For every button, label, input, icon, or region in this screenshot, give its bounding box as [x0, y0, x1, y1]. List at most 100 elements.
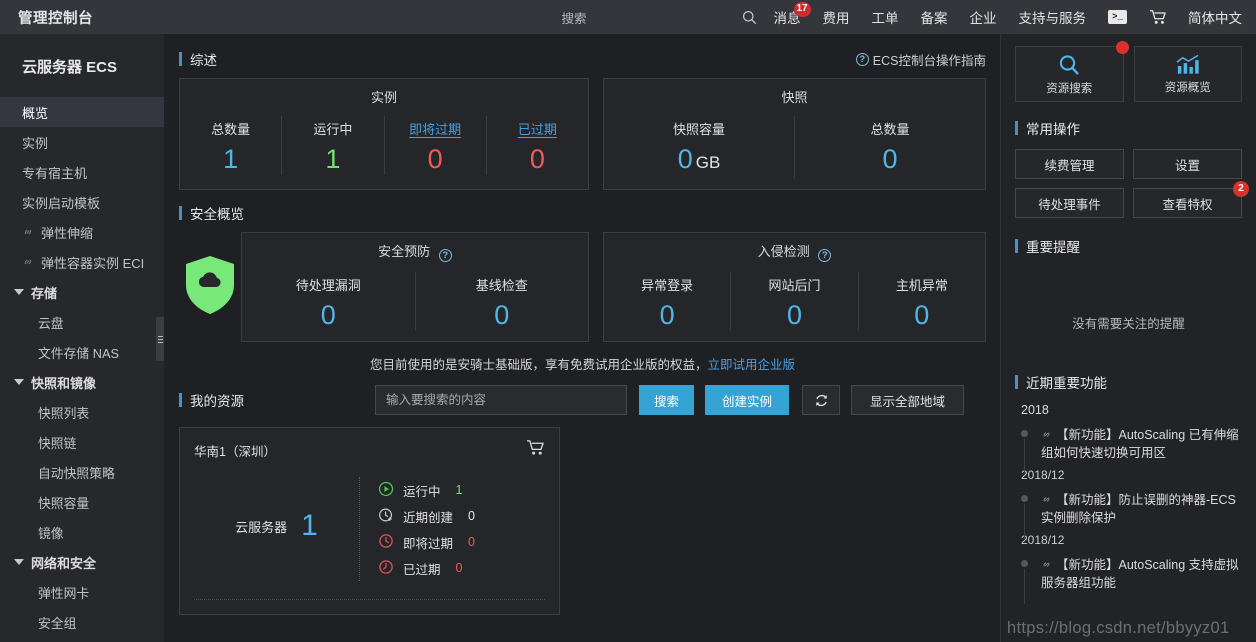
- cloud-shell-button[interactable]: >_: [1097, 0, 1138, 34]
- language-selector[interactable]: 简体中文: [1178, 7, 1256, 27]
- sidebar-item-0[interactable]: 概览: [0, 97, 165, 127]
- shopping-cart-button[interactable]: [1138, 0, 1178, 34]
- security-intrusion-card: 入侵检测 ? 异常登录0网站后门0主机异常0: [603, 232, 986, 342]
- instances-metric-value: 1: [282, 143, 383, 175]
- topnav-item-messages[interactable]: 消息 17: [763, 0, 812, 34]
- common-op-label: 续费管理: [1044, 155, 1094, 174]
- common-op-button-2[interactable]: 待处理事件: [1015, 188, 1124, 218]
- sidebar-item-6[interactable]: 存储: [0, 277, 165, 307]
- sidebar-item-4[interactable]: 弹性伸缩: [0, 217, 165, 247]
- sidebar-item-2[interactable]: 专有宿主机: [0, 157, 165, 187]
- intrusion-help-icon[interactable]: ?: [818, 249, 831, 262]
- timeline-item-2[interactable]: 【新功能】AutoScaling 支持虚拟服务器组功能: [1017, 556, 1242, 592]
- sidebar-item-label: 快照和镜像: [31, 373, 96, 392]
- topnav-item-support[interactable]: 支持与服务: [1008, 0, 1098, 34]
- global-search-label[interactable]: 搜索: [561, 8, 586, 27]
- common-op-button-1[interactable]: 设置: [1133, 149, 1242, 179]
- prevention-metric-label: 待处理漏洞: [242, 275, 415, 294]
- topnav-item-enterprise[interactable]: 企业: [959, 0, 1008, 34]
- product-count-value: 1: [301, 509, 318, 543]
- topnav-item-icp[interactable]: 备案: [910, 0, 959, 34]
- sidebar-item-7[interactable]: 云盘: [0, 307, 165, 337]
- common-operations-grid: 续费管理 设置待处理事件 查看特权2: [1015, 149, 1242, 218]
- timeline-item-text[interactable]: 【新功能】AutoScaling 支持虚拟服务器组功能: [1041, 556, 1242, 592]
- instances-summary-card: 实例 总数量1运行中1即将过期0已过期0: [179, 78, 589, 190]
- instances-metric-label: 运行中: [282, 119, 383, 138]
- sidebar-item-12[interactable]: 自动快照策略: [0, 457, 165, 487]
- intrusion-metric-label: 主机异常: [859, 275, 985, 294]
- instances-metric-label[interactable]: 已过期: [487, 119, 588, 138]
- product-summary: 云服务器 1: [194, 509, 359, 549]
- region-name-label: 华南1（深圳）: [194, 441, 276, 460]
- sidebar-item-label: 概览: [22, 103, 48, 122]
- sidebar-item-3[interactable]: 实例启动模板: [0, 187, 165, 217]
- search-icon[interactable]: [737, 10, 763, 25]
- refresh-button[interactable]: [802, 385, 840, 415]
- sidebar-item-9[interactable]: 快照和镜像: [0, 367, 165, 397]
- sidebar-item-1[interactable]: 实例: [0, 127, 165, 157]
- left-sidebar: 云服务器 ECS 概览实例专有宿主机实例启动模板弹性伸缩弹性容器实例 ECI存储…: [0, 34, 165, 642]
- console-brand-title: 管理控制台: [0, 7, 165, 28]
- timeline-item-1[interactable]: 【新功能】防止误删的神器-ECS实例删除保护: [1017, 491, 1242, 527]
- snapshots-metric-1: 总数量0: [794, 116, 985, 179]
- question-mark-icon: ?: [856, 53, 869, 66]
- resource-search-card[interactable]: 资源搜索: [1015, 46, 1124, 102]
- sidebar-item-14[interactable]: 镜像: [0, 517, 165, 547]
- intrusion-metric-0: 异常登录0: [604, 272, 730, 331]
- show-all-regions-button[interactable]: 显示全部地域: [851, 385, 964, 415]
- security-section-header: 安全概览: [179, 198, 986, 228]
- sidebar-item-8[interactable]: 文件存储 NAS: [0, 337, 165, 367]
- sidebar-item-11[interactable]: 快照链: [0, 427, 165, 457]
- ecs-guide-link-label: ECS控制台操作指南: [873, 50, 986, 69]
- clock-warn-icon: [378, 533, 394, 552]
- sidebar-item-16[interactable]: 弹性网卡: [0, 577, 165, 607]
- sidebar-item-17[interactable]: 安全组: [0, 607, 165, 637]
- region-status-list: 运行中1近期创建0即将过期0已过期0: [359, 477, 545, 581]
- resource-search-input[interactable]: [375, 385, 627, 415]
- sidebar-item-15[interactable]: 网络和安全: [0, 547, 165, 577]
- security-section-title: 安全概览: [179, 203, 244, 223]
- snapshots-summary-card: 快照 快照容量0GB总数量0: [603, 78, 986, 190]
- prevention-metric-1: 基线检查0: [415, 272, 589, 331]
- refresh-icon: [814, 393, 829, 408]
- prevention-metrics: 待处理漏洞0基线检查0: [242, 272, 588, 331]
- quick-entry-row: 资源搜索 资源概览: [1015, 46, 1242, 102]
- common-op-button-3[interactable]: 查看特权2: [1133, 188, 1242, 218]
- prevention-help-icon[interactable]: ?: [439, 249, 452, 262]
- timeline-item-0[interactable]: 【新功能】AutoScaling 已有伸缩组如何快速切换可用区: [1017, 426, 1242, 462]
- chain-link-icon: [1041, 493, 1052, 507]
- intrusion-metric-label: 网站后门: [731, 275, 857, 294]
- timeline-item-text[interactable]: 【新功能】AutoScaling 已有伸缩组如何快速切换可用区: [1041, 426, 1242, 462]
- sidebar-item-13[interactable]: 快照容量: [0, 487, 165, 517]
- timeline-text-label: 【新功能】AutoScaling 已有伸缩组如何快速切换可用区: [1041, 428, 1239, 460]
- common-op-label: 查看特权: [1162, 194, 1212, 213]
- region-cart-button[interactable]: [526, 439, 545, 461]
- intrusion-metric-value: 0: [731, 299, 857, 331]
- instances-metric-value: 0: [487, 143, 588, 175]
- chain-link-icon: [1041, 558, 1052, 572]
- intrusion-caption-text: 入侵检测: [758, 244, 810, 259]
- region-status-label: 即将过期: [403, 533, 453, 552]
- timeline-item-text[interactable]: 【新功能】防止误删的神器-ECS实例删除保护: [1041, 491, 1242, 527]
- sidebar-item-10[interactable]: 快照列表: [0, 397, 165, 427]
- create-instance-button[interactable]: 创建实例: [705, 385, 789, 415]
- instances-metric-0: 总数量1: [180, 116, 281, 175]
- instances-metric-value: 0: [385, 143, 486, 175]
- topnav-item-tickets[interactable]: 工单: [861, 0, 910, 34]
- instances-metric-label[interactable]: 即将过期: [385, 119, 486, 138]
- resource-search-button[interactable]: 搜索: [639, 385, 694, 415]
- common-op-button-0[interactable]: 续费管理: [1015, 149, 1124, 179]
- ecs-guide-link[interactable]: ? ECS控制台操作指南: [856, 50, 986, 69]
- security-prevention-wrap: 安全预防 ? 待处理漏洞0基线检查0: [179, 232, 589, 342]
- instances-metric-value: 1: [180, 143, 281, 175]
- page-body: 云服务器 ECS 概览实例专有宿主机实例启动模板弹性伸缩弹性容器实例 ECI存储…: [0, 34, 1256, 642]
- common-op-label: 设置: [1175, 155, 1200, 174]
- common-op-label: 待处理事件: [1038, 194, 1101, 213]
- resource-overview-card[interactable]: 资源概览: [1134, 46, 1243, 102]
- region-status-line-2: 即将过期0: [378, 529, 545, 555]
- sidebar-item-5[interactable]: 弹性容器实例 ECI: [0, 247, 165, 277]
- resource-search-card-label: 资源搜索: [1046, 80, 1092, 96]
- sidebar-item-label: 安全组: [38, 613, 76, 632]
- topnav-item-billing[interactable]: 费用: [812, 0, 861, 34]
- trial-enterprise-link[interactable]: 立即试用企业版: [708, 358, 796, 372]
